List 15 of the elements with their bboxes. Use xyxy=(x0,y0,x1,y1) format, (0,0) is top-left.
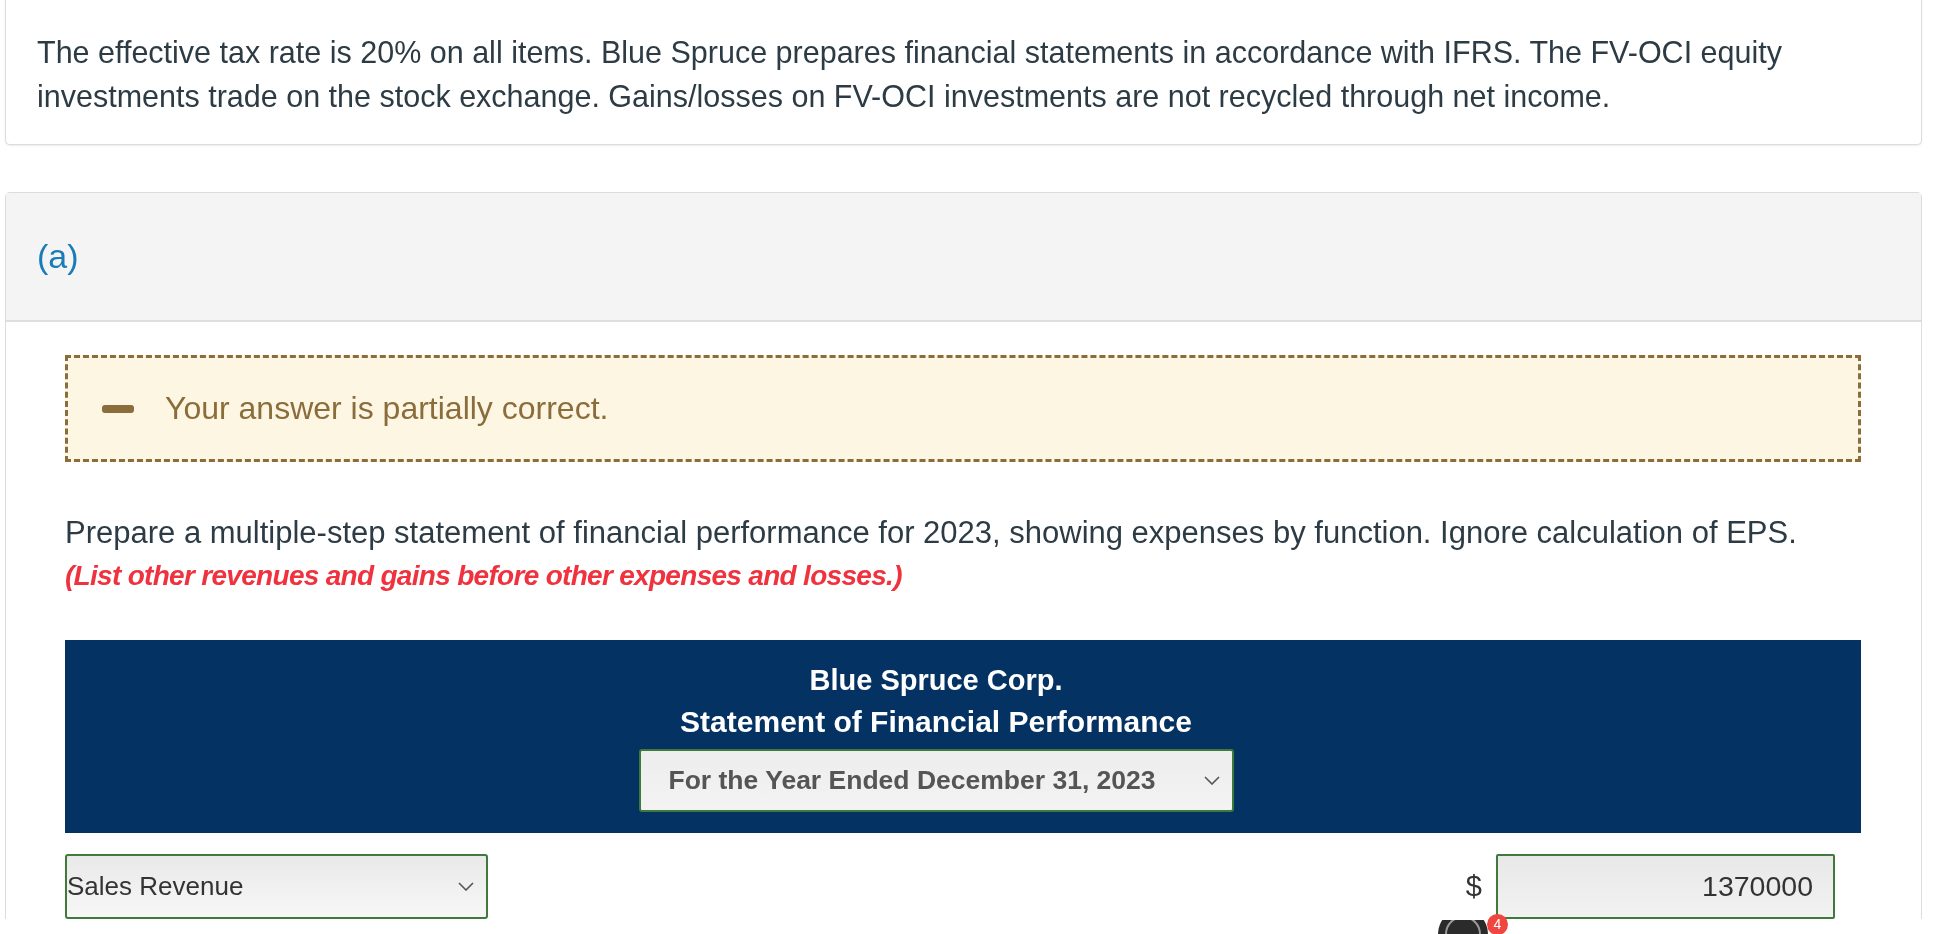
instruction-text: Prepare a multiple-step statement of financial performance for 2023, showing expenses by function. Ignore calculation of EPS. xyxy=(65,514,1798,552)
statement-title: Statement of Financial Performance xyxy=(680,704,1192,740)
currency-symbol: $ xyxy=(1465,870,1482,903)
account-select[interactable]: Sales Revenue xyxy=(65,854,488,919)
chevron-down-icon xyxy=(458,882,474,891)
part-label: (a) xyxy=(37,237,79,276)
intro-paragraph: The effective tax rate is 20% on all items. Blue Spruce prepares financial statements in accordance with IFRS. The FV-OCI equity investments trade on the stock exchange. Gains/losses on FV-OCI investments are not recycled through net income. xyxy=(37,34,1783,116)
widget-icon[interactable] xyxy=(1438,920,1488,934)
minus-icon xyxy=(102,404,134,413)
period-select[interactable]: For the Year Ended December 31, 2023 xyxy=(638,749,1234,812)
amount-field[interactable]: 1370000 xyxy=(1496,854,1835,919)
company-name: Blue Spruce Corp. xyxy=(809,663,1063,698)
feedback-message: Your answer is partially correct. xyxy=(165,390,609,427)
chevron-down-icon xyxy=(1203,776,1220,785)
instruction-note: (List other revenues and gains before other expenses and losses.) xyxy=(65,559,903,593)
